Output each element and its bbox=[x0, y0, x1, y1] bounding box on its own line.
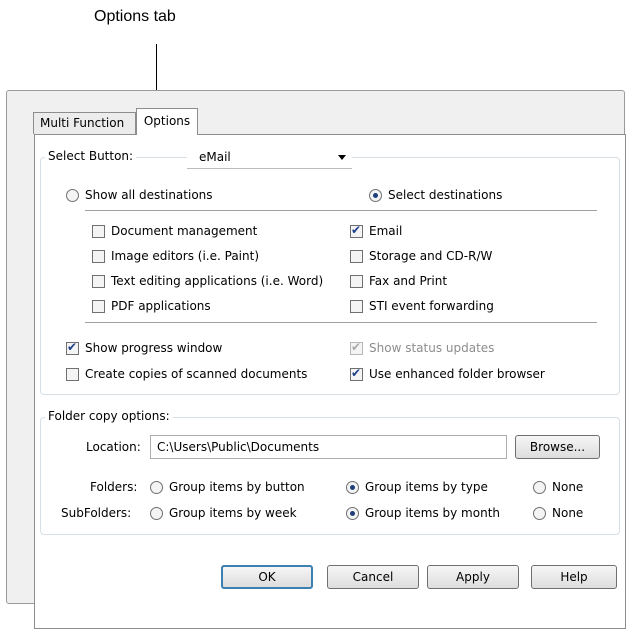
sti-event-forwarding-checkbox[interactable] bbox=[350, 300, 363, 313]
select-destinations-radio[interactable] bbox=[369, 189, 382, 202]
folders-by-button-radio[interactable] bbox=[150, 481, 163, 494]
show-status-updates-label: Show status updates bbox=[369, 341, 495, 355]
folders-none-radio[interactable] bbox=[533, 481, 546, 494]
sti-event-forwarding-label: STI event forwarding bbox=[369, 299, 494, 313]
enhanced-folder-browser-checkbox[interactable] bbox=[350, 366, 363, 381]
document-management-checkbox[interactable] bbox=[92, 225, 105, 238]
subfolders-none-label: None bbox=[552, 506, 584, 520]
cancel-button[interactable]: Cancel bbox=[327, 565, 419, 589]
help-button[interactable]: Help bbox=[531, 565, 617, 589]
options-tab-panel: Select Button: eMail Show all destinatio… bbox=[34, 134, 626, 629]
subfolders-by-week-radio[interactable] bbox=[150, 507, 163, 520]
subfolders-label: SubFolders: bbox=[61, 506, 132, 520]
subfolders-none-radio[interactable] bbox=[533, 507, 546, 520]
select-button-dropdown[interactable]: eMail bbox=[187, 148, 352, 168]
browse-button[interactable]: Browse... bbox=[515, 435, 600, 459]
storage-cdrw-label: Storage and CD-R/W bbox=[369, 249, 493, 263]
folders-none-label: None bbox=[552, 480, 584, 494]
fax-print-label: Fax and Print bbox=[369, 274, 448, 288]
tab-options[interactable]: Options bbox=[136, 108, 198, 135]
folders-by-type-radio[interactable] bbox=[346, 481, 359, 494]
subfolders-by-week-label: Group items by week bbox=[169, 506, 297, 520]
chevron-down-icon bbox=[338, 155, 346, 160]
create-copies-label: Create copies of scanned documents bbox=[85, 367, 308, 381]
subfolders-by-month-radio[interactable] bbox=[346, 507, 359, 520]
image-editors-checkbox[interactable] bbox=[92, 250, 105, 263]
destinations-separator-top bbox=[85, 210, 597, 211]
options-tab-callout: Options tab bbox=[94, 8, 176, 25]
image-editors-label: Image editors (i.e. Paint) bbox=[111, 249, 259, 263]
email-label: Email bbox=[369, 224, 403, 238]
folder-copy-title: Folder copy options: bbox=[45, 409, 173, 423]
text-editing-checkbox[interactable] bbox=[92, 275, 105, 288]
folders-label: Folders: bbox=[90, 480, 138, 494]
tab-multi-function[interactable]: Multi Function bbox=[33, 112, 136, 134]
show-all-destinations-label: Show all destinations bbox=[85, 188, 213, 202]
email-checkbox[interactable] bbox=[350, 223, 363, 238]
show-progress-label: Show progress window bbox=[85, 341, 223, 355]
select-button-value: eMail bbox=[199, 150, 231, 164]
show-status-updates-checkbox bbox=[350, 340, 363, 355]
enhanced-folder-browser-label: Use enhanced folder browser bbox=[369, 367, 545, 381]
location-input[interactable]: C:\Users\Public\Documents bbox=[150, 435, 507, 459]
show-progress-checkbox[interactable] bbox=[66, 340, 79, 355]
fax-print-checkbox[interactable] bbox=[350, 275, 363, 288]
storage-cdrw-checkbox[interactable] bbox=[350, 250, 363, 263]
apply-button[interactable]: Apply bbox=[427, 565, 519, 589]
show-all-destinations-radio[interactable] bbox=[66, 189, 79, 202]
select-destinations-label: Select destinations bbox=[388, 188, 503, 202]
folders-by-type-label: Group items by type bbox=[365, 480, 488, 494]
document-management-label: Document management bbox=[111, 224, 258, 238]
destinations-separator-bottom bbox=[85, 322, 597, 323]
pdf-applications-label: PDF applications bbox=[111, 299, 211, 313]
create-copies-checkbox[interactable] bbox=[66, 368, 79, 381]
pdf-applications-checkbox[interactable] bbox=[92, 300, 105, 313]
dropdown-underline bbox=[187, 168, 352, 169]
select-button-label: Select Button: bbox=[45, 149, 137, 163]
location-label: Location: bbox=[86, 440, 141, 454]
folders-by-button-label: Group items by button bbox=[169, 480, 305, 494]
ok-button[interactable]: OK bbox=[221, 565, 313, 589]
dialog-window: Multi Function Options Select Button: eM… bbox=[6, 90, 626, 629]
subfolders-by-month-label: Group items by month bbox=[365, 506, 501, 520]
text-editing-label: Text editing applications (i.e. Word) bbox=[111, 274, 324, 288]
